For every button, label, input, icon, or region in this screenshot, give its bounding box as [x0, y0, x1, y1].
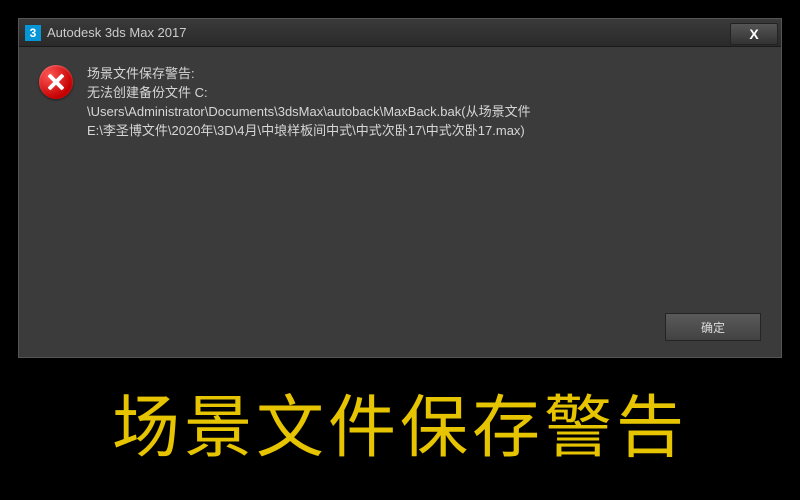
overlay-caption: 场景文件保存警告: [0, 372, 800, 471]
title-bar: 3 Autodesk 3ds Max 2017 X: [19, 19, 781, 47]
window-title: Autodesk 3ds Max 2017: [47, 25, 730, 40]
message-line: 无法创建备份文件 C:: [87, 84, 531, 103]
message-row: 场景文件保存警告: 无法创建备份文件 C: \Users\Administrat…: [39, 65, 761, 140]
app-icon: 3: [25, 25, 41, 41]
message-line: \Users\Administrator\Documents\3dsMax\au…: [87, 103, 531, 122]
message-text: 场景文件保存警告: 无法创建备份文件 C: \Users\Administrat…: [87, 65, 531, 140]
message-line: E:\李圣博文件\2020年\3D\4月\中埌样板间中式\中式次卧17\中式次卧…: [87, 122, 531, 141]
button-row: 确定: [665, 313, 761, 341]
ok-button[interactable]: 确定: [665, 313, 761, 341]
message-line: 场景文件保存警告:: [87, 65, 531, 84]
error-icon: [39, 65, 73, 99]
dialog-window: 3 Autodesk 3ds Max 2017 X 场景文件保存警告: 无法创建…: [18, 18, 782, 358]
dialog-body: 场景文件保存警告: 无法创建备份文件 C: \Users\Administrat…: [19, 47, 781, 357]
close-button[interactable]: X: [730, 23, 778, 45]
